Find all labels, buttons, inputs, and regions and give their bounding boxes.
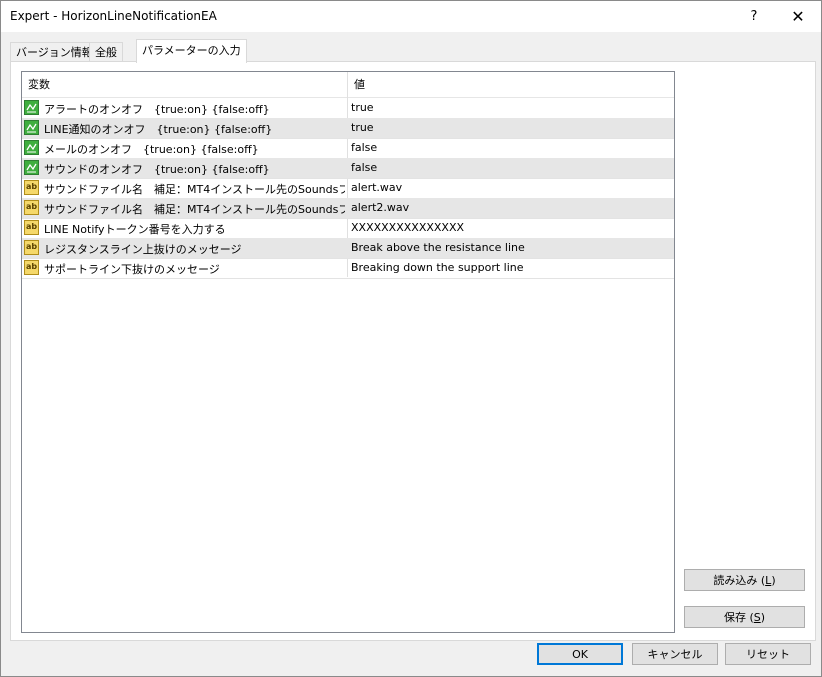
string-icon: ab xyxy=(24,200,39,215)
parameter-name-cell[interactable]: ab LINE Notifyトークン番号を入力する xyxy=(24,218,345,238)
parameter-name-cell[interactable]: ab サウンドファイル名 補足：MT4インストール先のSoundsフォ･･ xyxy=(24,178,345,198)
window-title: Expert - HorizonLineNotificationEA xyxy=(10,9,217,23)
parameter-name-cell[interactable]: ab サポートライン下抜けのメッセージ xyxy=(24,258,345,278)
parameter-name: LINE Notifyトークン番号を入力する xyxy=(44,223,226,236)
parameter-name-cell[interactable]: ab サウンドファイル名 補足：MT4インストール先のSoundsフォ･･ xyxy=(24,198,345,218)
tab-input-parameters[interactable]: パラメーターの入力 xyxy=(136,39,247,63)
parameter-name-cell[interactable]: メールのオンオフ {true:on} {false:off} xyxy=(24,138,345,158)
parameter-name: サポートライン下抜けのメッセージ xyxy=(44,263,220,276)
help-button[interactable]: ? xyxy=(731,1,777,32)
parameter-name-cell[interactable]: ab レジスタンスライン上抜けのメッセージ xyxy=(24,238,345,258)
parameter-value[interactable]: false xyxy=(351,161,377,174)
parameter-name-cell[interactable]: アラートのオンオフ {true:on} {false:off} xyxy=(24,98,345,118)
tab-version-info[interactable]: バージョン情報 xyxy=(10,42,99,62)
bool-icon xyxy=(24,120,39,135)
parameter-name: メールのオンオフ {true:on} {false:off} xyxy=(44,143,259,156)
close-icon: ✕ xyxy=(791,7,805,26)
close-button[interactable]: ✕ xyxy=(775,1,821,32)
parameter-row[interactable]: アラートのオンオフ {true:on} {false:off} true xyxy=(22,98,674,119)
parameter-value[interactable]: Breaking down the support line xyxy=(351,261,524,274)
save-button-close: ) xyxy=(760,610,766,624)
parameter-row[interactable]: ab LINE Notifyトークン番号を入力する XXXXXXXXXXXXXXX xyxy=(22,218,674,239)
save-button-label: 保存 ( xyxy=(723,611,754,624)
parameter-row[interactable]: ab サウンドファイル名 補足：MT4インストール先のSoundsフォ･･ aler… xyxy=(22,178,674,199)
ok-button[interactable]: OK xyxy=(537,643,623,665)
parameter-name-cell[interactable]: LINE通知のオンオフ {true:on} {false:off} xyxy=(24,118,345,138)
title-bar[interactable]: Expert - HorizonLineNotificationEA ? ✕ xyxy=(1,1,821,32)
reset-button[interactable]: リセット xyxy=(725,643,811,665)
load-button-close: ) xyxy=(771,573,776,587)
expert-dialog: Expert - HorizonLineNotificationEA ? ✕ バ… xyxy=(0,0,822,677)
parameter-row[interactable]: LINE通知のオンオフ {true:on} {false:off} true xyxy=(22,118,674,139)
parameter-row[interactable]: ab レジスタンスライン上抜けのメッセージ Break above the resi… xyxy=(22,238,674,259)
help-icon: ? xyxy=(750,9,758,24)
parameter-value[interactable]: Break above the resistance line xyxy=(351,241,525,254)
parameter-value[interactable]: XXXXXXXXXXXXXXX xyxy=(351,221,464,234)
bool-icon xyxy=(24,100,39,115)
bool-icon xyxy=(24,160,39,175)
string-icon: ab xyxy=(24,180,39,195)
parameter-name: サウンドファイル名 補足：MT4インストール先のSoundsフォ･･ xyxy=(44,203,345,216)
parameter-row[interactable]: メールのオンオフ {true:on} {false:off} false xyxy=(22,138,674,159)
tab-general[interactable]: 全般 xyxy=(89,42,123,62)
grid-header: 変数 値 xyxy=(22,72,674,98)
bool-icon xyxy=(24,140,39,155)
save-button[interactable]: 保存 (S) xyxy=(684,606,805,628)
parameter-value[interactable]: alert.wav xyxy=(351,181,402,194)
column-header-value[interactable]: 値 xyxy=(348,72,365,97)
parameter-name: サウンドファイル名 補足：MT4インストール先のSoundsフォ･･ xyxy=(44,183,345,196)
string-icon: ab xyxy=(24,260,39,275)
parameter-value[interactable]: true xyxy=(351,101,374,114)
parameter-name: アラートのオンオフ {true:on} {false:off} xyxy=(44,103,270,116)
parameter-value[interactable]: false xyxy=(351,141,377,154)
parameter-row[interactable]: ab サポートライン下抜けのメッセージ Breaking down the supp… xyxy=(22,258,674,279)
load-button[interactable]: 読み込み (L) xyxy=(684,569,805,591)
string-icon: ab xyxy=(24,240,39,255)
load-button-label: 読み込み ( xyxy=(713,574,766,587)
parameter-row[interactable]: サウンドのオンオフ {true:on} {false:off} false xyxy=(22,158,674,179)
parameter-grid[interactable]: 変数 値 アラートのオンオフ {true:on} {false:off} true… xyxy=(21,71,675,633)
parameter-row[interactable]: ab サウンドファイル名 補足：MT4インストール先のSoundsフォ･･ aler… xyxy=(22,198,674,219)
parameter-value[interactable]: alert2.wav xyxy=(351,201,409,214)
parameter-value[interactable]: true xyxy=(351,121,374,134)
cancel-button[interactable]: キャンセル xyxy=(632,643,718,665)
parameter-name: LINE通知のオンオフ {true:on} {false:off} xyxy=(44,123,273,136)
parameter-name-cell[interactable]: サウンドのオンオフ {true:on} {false:off} xyxy=(24,158,345,178)
save-button-key: S xyxy=(753,610,761,624)
column-header-variable[interactable]: 変数 xyxy=(22,72,50,97)
parameter-name: レジスタンスライン上抜けのメッセージ xyxy=(44,243,242,256)
string-icon: ab xyxy=(24,220,39,235)
parameter-name: サウンドのオンオフ {true:on} {false:off} xyxy=(44,163,270,176)
